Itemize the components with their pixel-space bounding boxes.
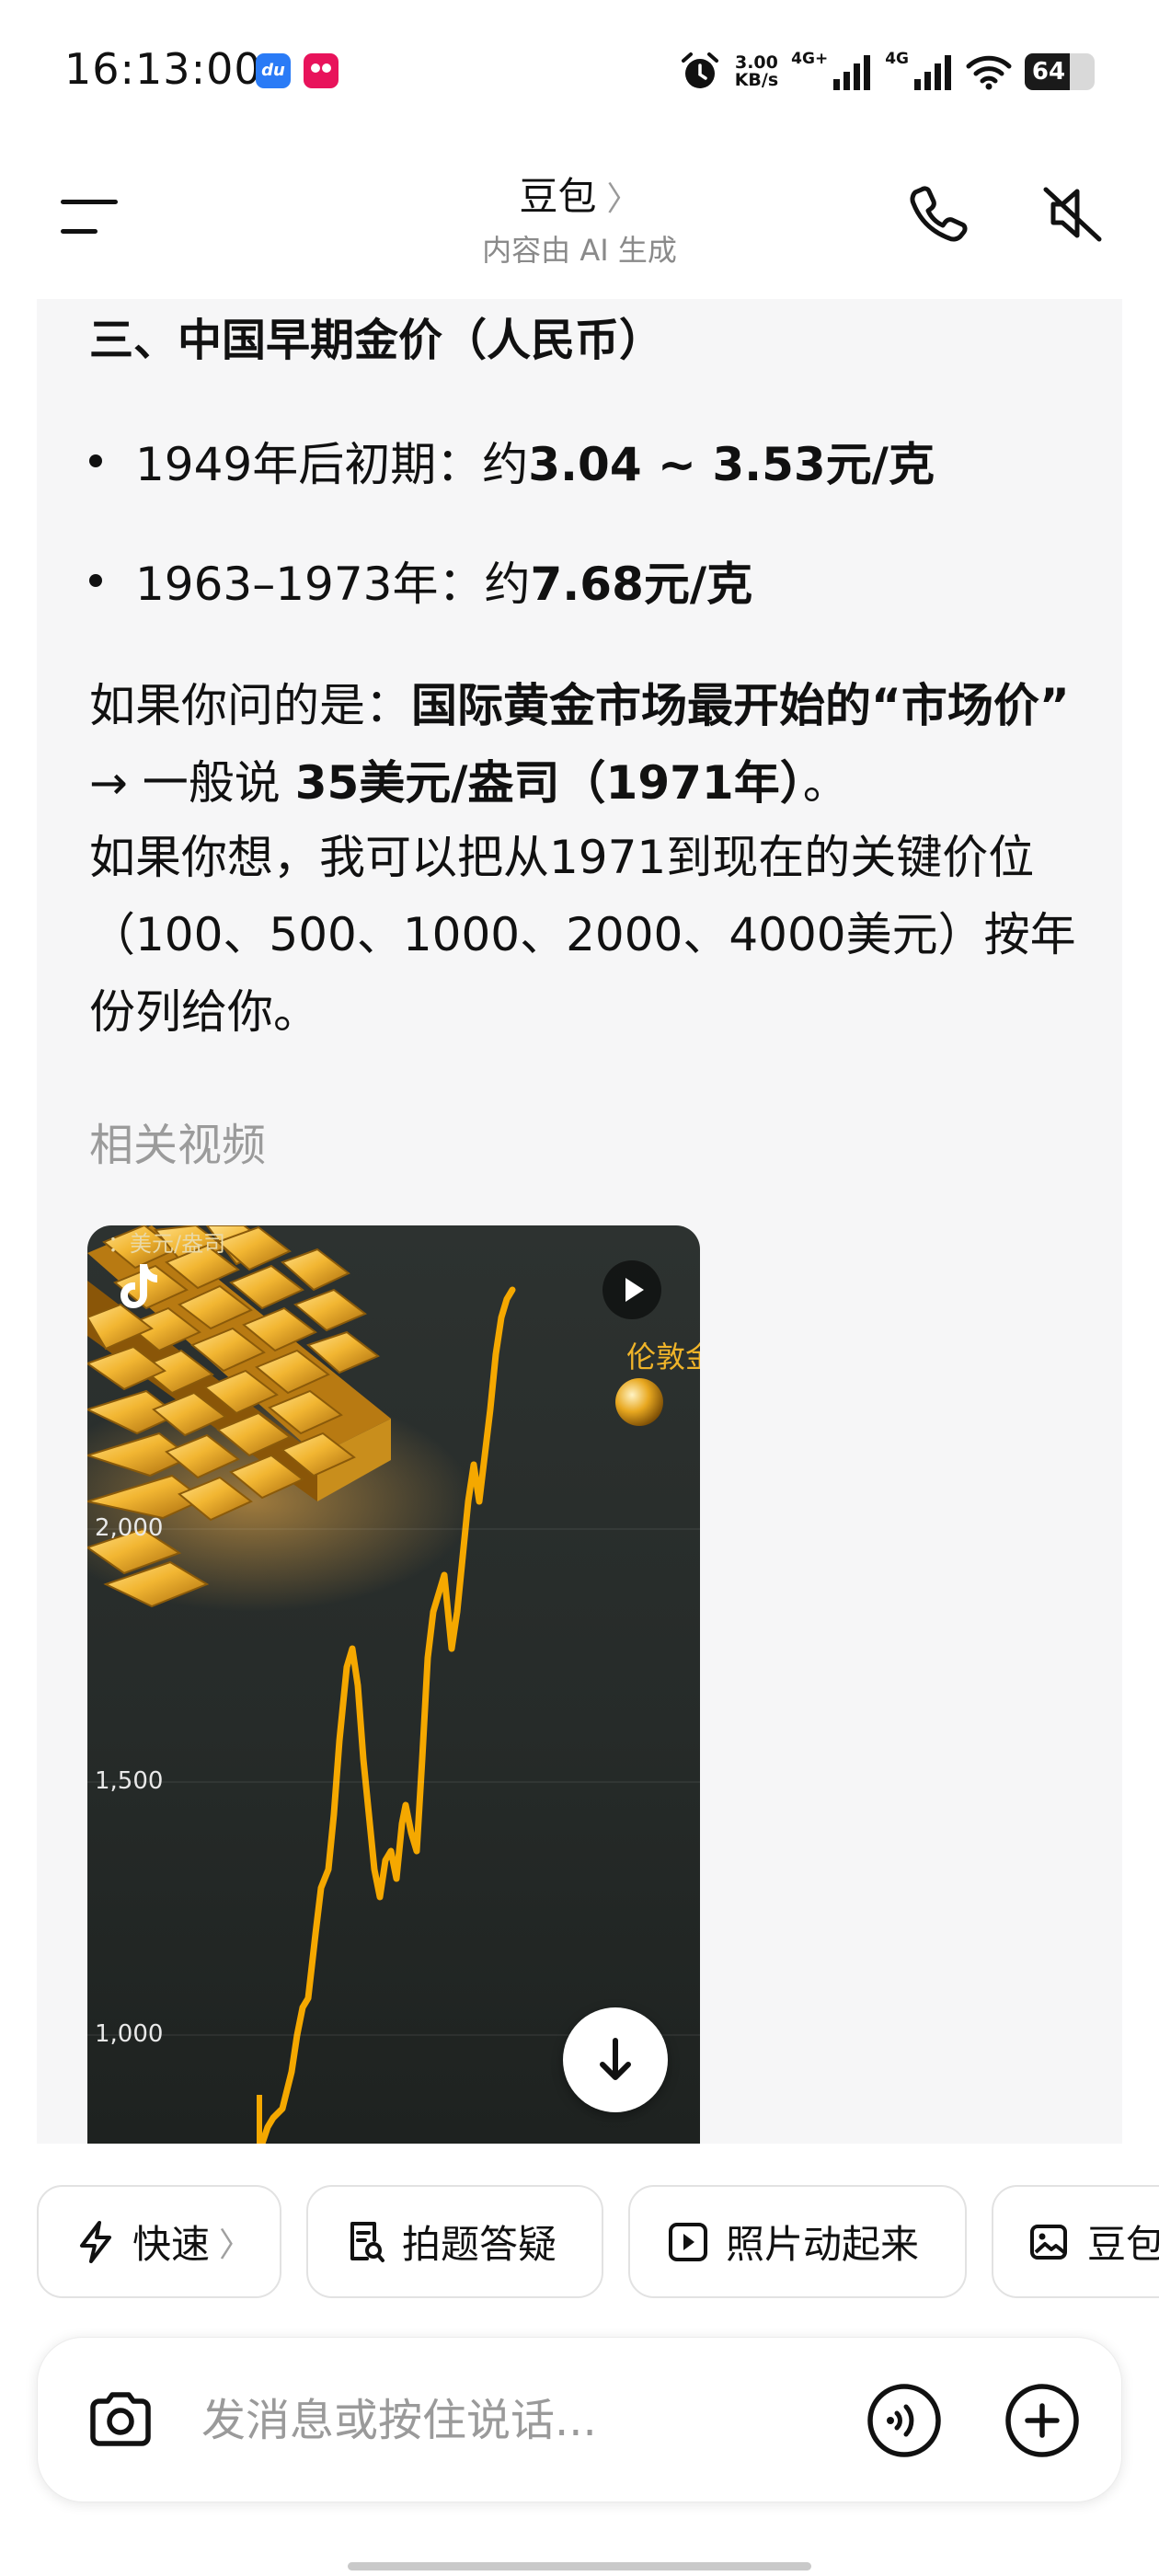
signal-icon [914,55,951,90]
signal-icon [833,55,871,90]
tiktok-icon [120,1264,157,1308]
chip-label: 豆包 [1087,2222,1159,2267]
price-marker [615,1378,663,1426]
list-item-label: 1963–1973年：约 [135,558,531,611]
quick-actions: 快速 〉 拍题答疑 照片动起来 豆包 [0,2185,1159,2300]
video-artwork [87,1225,700,2144]
video-y-tick: 1,000 [95,2020,164,2048]
follow-up-paragraph: 如果你想，我可以把从1971到现在的关键价位（100、500、1000、2000… [89,831,1076,1039]
voice-call-icon[interactable] [866,2382,943,2459]
battery-level: 64 [1031,58,1066,86]
header-title: 豆包 [519,174,597,219]
message-input[interactable] [201,2388,753,2453]
menu-icon-line [61,200,118,204]
lightning-icon [80,2220,111,2263]
camera-icon[interactable] [82,2382,159,2459]
status-time: 16:13:00 [64,44,262,94]
menu-button[interactable] [55,189,123,247]
home-indicator[interactable] [348,2562,811,2570]
image-edit-icon [1030,2224,1067,2260]
video-unit-label: ：美元/盎司 [108,1231,226,1257]
para-text: 如果你问的是： [89,679,411,732]
status-indicators: 3.00 KB/s 4G+ 4G 64 [678,46,1095,98]
header-subtitle: 内容由 AI 生成 [482,233,677,268]
para-text: 。 [802,756,849,810]
screen: 16:13:00 du 3.00 KB/s 4G+ 4G 64 豆包 〉 内容由… [0,0,1159,2576]
speaker-mute-icon[interactable] [1035,177,1108,250]
chip-label: 照片动起来 [726,2222,920,2267]
wifi-icon [966,55,1012,90]
status-bar: 16:13:00 du 3.00 KB/s 4G+ 4G 64 [0,0,1159,138]
bullet-dot [89,574,102,587]
section-heading: 三、中国早期金价（人民币） [89,315,664,366]
tmall-icon [304,53,339,88]
alarm-icon [681,52,718,88]
chip-animate-photo[interactable]: 照片动起来 [628,2185,967,2298]
battery-icon: 64 [1025,53,1095,90]
play-icon [625,1278,644,1302]
play-button[interactable] [602,1260,661,1319]
message-composer [37,2337,1122,2502]
plus-icon[interactable] [1004,2382,1081,2459]
related-videos-label: 相关视频 [89,1120,267,1171]
chip-label: 快速 [132,2222,211,2267]
gold-price-tail [257,2095,262,2144]
chevron-right-icon: 〉 [606,180,640,218]
chip-doubao-image[interactable]: 豆包 [992,2185,1159,2298]
chip-label: 拍题答疑 [402,2222,557,2267]
chat-header: 豆包 〉 内容由 AI 生成 [0,138,1159,299]
video-y-tick: 2,000 [95,1514,164,1542]
video-thumbnail[interactable]: ：美元/盎司 2,000 1,500 1,000 伦敦金 [87,1225,700,2144]
scan-document-icon [350,2221,384,2262]
list-item-value: 3.04 ~ 3.53元/克 [528,438,935,491]
bullet-dot [89,454,102,467]
list-item: 1949年后初期：约 3.04 ~ 3.53元/克 [89,428,935,494]
para-bold: 国际黄金市场最开始的“市场价” [411,679,1070,732]
play-square-icon [669,2222,707,2261]
list-item-label: 1949年后初期：约 [135,438,529,491]
baidu-icon: du [256,53,291,88]
net-speed: 3.00 KB/s [734,52,779,90]
chip-photo-question[interactable]: 拍题答疑 [306,2185,603,2298]
chevron-right-icon: 〉 [219,2225,253,2264]
net-type-2: 4G [885,50,909,68]
list-item: 1963–1973年：约 7.68元/克 [89,547,752,614]
assistant-message-card: 三、中国早期金价（人民币） 1949年后初期：约 3.04 ~ 3.53元/克 … [37,299,1122,2144]
video-caption: 伦敦金 [626,1340,700,1374]
download-button[interactable] [563,2007,668,2112]
header-title-group[interactable]: 豆包 〉 内容由 AI 生成 [396,166,763,270]
video-y-tick: 1,500 [95,1767,164,1795]
para-bold: 35美元/盎司（1971年） [294,756,803,810]
download-icon [600,2038,631,2080]
para-text: → 一般说 [89,756,295,810]
net-type-1: 4G+ [791,50,829,68]
menu-icon-line [61,229,98,234]
phone-icon[interactable] [901,177,975,250]
list-item-value: 7.68元/克 [530,558,753,611]
answer-paragraph: 如果你问的是：国际黄金市场最开始的“市场价” → 一般说 35美元/盎司（197… [89,667,1092,822]
chip-fast-mode[interactable]: 快速 〉 [37,2185,281,2298]
